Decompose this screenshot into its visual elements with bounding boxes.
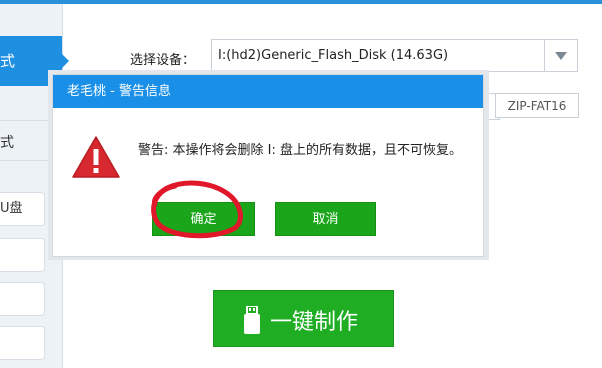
sidebar-item-active-label: 式 [0,52,16,70]
device-label: 选择设备： [130,53,196,68]
one-click-make-label: 一键制作 [270,310,359,335]
usb-icon [244,306,260,334]
dropdown-arrow-icon [555,52,567,60]
one-click-make-button[interactable]: 一键制作 [213,290,394,347]
format-select[interactable]: ZIP-FAT16 [495,93,579,118]
top-accent-bar [0,0,602,4]
dialog-title: 老毛桃 - 警告信息 [53,75,483,108]
warning-dialog: 老毛桃 - 警告信息 警告: 本操作将会删除 I: 盘上的所有数据，且不可恢复。… [52,74,484,257]
device-select-value: I:(hd2)Generic_Flash_Disk (14.63G) [218,48,449,63]
sidebar-button[interactable] [0,282,45,316]
confirm-button[interactable]: 确定 [152,202,255,236]
sidebar-pointer-icon [62,54,69,68]
warning-triangle-icon [72,136,120,178]
sidebar-button-udisk[interactable]: U盘 [0,192,45,226]
sidebar-item-mode[interactable]: 式 [0,132,14,152]
sidebar-button[interactable] [0,238,45,272]
cancel-button[interactable]: 取消 [275,202,376,236]
sidebar-button[interactable] [0,326,45,360]
device-select[interactable]: I:(hd2)Generic_Flash_Disk (14.63G) [211,39,578,72]
warning-message: 警告: 本操作将会删除 I: 盘上的所有数据，且不可恢复。 [138,143,462,158]
dropdown-toggle[interactable] [544,40,577,71]
